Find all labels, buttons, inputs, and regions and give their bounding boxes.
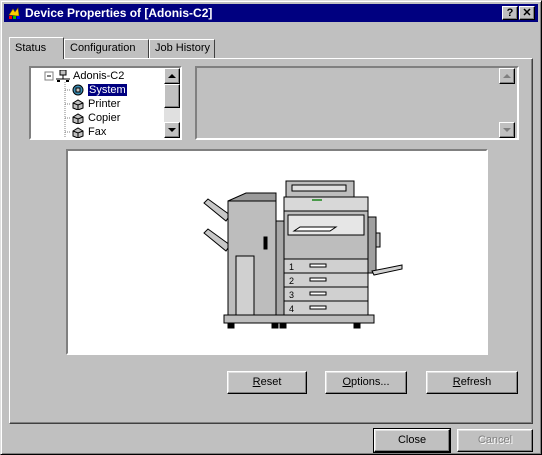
tree-item-fax[interactable]: Fax <box>71 125 107 138</box>
tab-configuration[interactable]: Configuration <box>64 39 149 58</box>
tab-status-label: Status <box>15 42 47 54</box>
device-tree[interactable]: Adonis-C2 System Printer Copier Fax <box>29 66 182 140</box>
refresh-button[interactable]: Refresh <box>426 371 518 394</box>
refresh-mnemonic: R <box>452 376 461 388</box>
tray-3-label: 3 <box>289 290 294 300</box>
arrow-up-icon <box>168 74 176 78</box>
tab-status[interactable]: Status <box>9 37 64 59</box>
tree-copier-label: Copier <box>88 112 121 124</box>
close-button[interactable]: Close <box>373 428 451 453</box>
info-scrollbar <box>499 68 515 138</box>
reset-button[interactable]: Reset <box>227 371 307 394</box>
copier-icon <box>72 113 84 125</box>
tree-fax-label: Fax <box>88 126 107 138</box>
tree-item-root[interactable]: Adonis-C2 <box>56 69 124 83</box>
reset-mnemonic: R <box>252 376 261 388</box>
close-window-button[interactable]: ✕ <box>519 6 535 20</box>
copier-illustration: 1 2 3 4 <box>203 180 403 329</box>
device-properties-dialog: Device Properties of [Adonis-C2] ? ✕ Sta… <box>0 0 542 455</box>
tree-printer-label: Printer <box>88 98 121 110</box>
printer-icon <box>72 99 84 111</box>
refresh-label: efresh <box>460 376 492 388</box>
scroll-down-button[interactable] <box>164 122 180 138</box>
tab-job-history-label: Job History <box>155 42 211 54</box>
tree-root-label: Adonis-C2 <box>73 70 125 82</box>
arrow-up-icon <box>503 74 511 78</box>
window-title: Device Properties of [Adonis-C2] <box>25 6 213 20</box>
options-mnemonic: O <box>342 376 352 388</box>
device-properties-icon <box>8 7 20 19</box>
arrow-down-icon <box>503 128 511 132</box>
tab-job-history[interactable]: Job History <box>149 39 215 58</box>
help-button[interactable]: ? <box>502 6 518 20</box>
fax-icon <box>72 127 84 138</box>
reset-label: eset <box>260 376 282 388</box>
tab-configuration-label: Configuration <box>70 42 136 54</box>
tree-system-label: System <box>87 83 128 97</box>
tree-scrollbar[interactable] <box>164 68 180 138</box>
arrow-down-icon <box>168 128 176 132</box>
cancel-button[interactable]: Cancel <box>457 429 533 452</box>
system-icon <box>72 84 84 96</box>
device-image-panel: 1 2 3 4 <box>66 149 488 355</box>
network-device-icon <box>56 70 70 83</box>
tree-item-printer[interactable]: Printer <box>71 97 120 111</box>
status-info-box <box>195 66 519 140</box>
tray-2-label: 2 <box>289 276 294 286</box>
tray-4-label: 4 <box>289 304 294 314</box>
scroll-thumb[interactable] <box>164 84 180 108</box>
info-scroll-down-button <box>499 122 515 138</box>
tree-item-system[interactable]: System <box>71 83 128 97</box>
info-scroll-up-button <box>499 68 515 84</box>
scroll-up-button[interactable] <box>164 68 180 84</box>
options-label: ptions... <box>351 376 390 388</box>
title-bar[interactable]: Device Properties of [Adonis-C2] ? ✕ <box>4 4 538 22</box>
tray-1-label: 1 <box>289 262 294 272</box>
options-button[interactable]: Options... <box>325 371 407 394</box>
tree-item-copier[interactable]: Copier <box>71 111 120 125</box>
